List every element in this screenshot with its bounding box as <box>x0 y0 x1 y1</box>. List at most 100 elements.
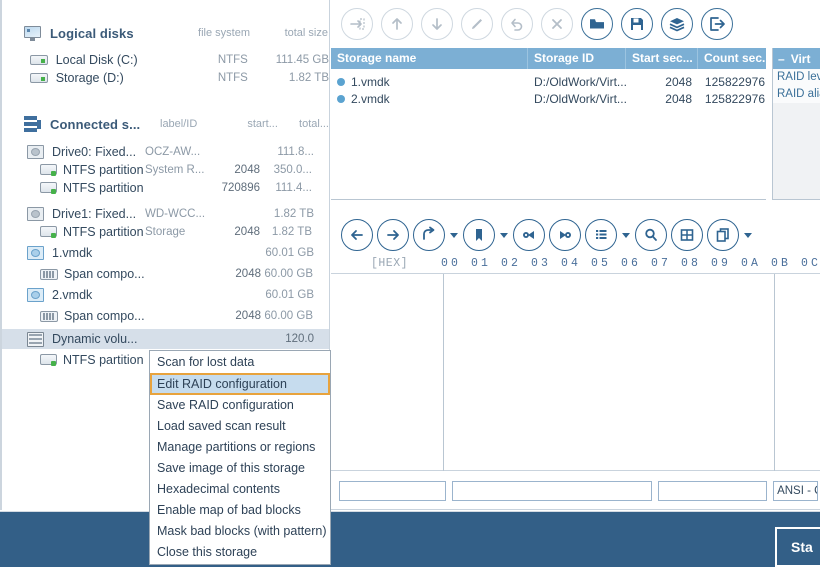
raid-members-table: Storage name Storage ID Start sec... Cou… <box>331 48 771 200</box>
tree-item-total: 1.82 TB <box>260 226 312 238</box>
value-field[interactable] <box>658 481 767 501</box>
raid-properties-header[interactable]: – Virt <box>773 48 820 69</box>
tree-item-storage-d[interactable]: Storage (D:) NTFS 1.82 TB <box>0 69 329 87</box>
save-icon[interactable] <box>621 8 653 40</box>
tree-item-drive0[interactable]: Drive0: Fixed... OCZ-AW... 111.8... <box>0 143 329 161</box>
edit-icon[interactable] <box>461 8 493 40</box>
menu-item-save-image-of-this-storage[interactable]: Save image of this storage <box>150 458 330 479</box>
menu-item-enable-map-of-bad-blocks[interactable]: Enable map of bad blocks <box>150 500 330 521</box>
tree-item-ntfs-partition-2[interactable]: NTFS partition 720896 111.4... <box>0 179 329 197</box>
menu-item-load-saved-scan-result[interactable]: Load saved scan result <box>150 416 330 437</box>
goto-offset-icon[interactable] <box>413 219 445 251</box>
cell-storage-name-text: 1.vmdk <box>351 75 390 89</box>
tree-item-span-component-1[interactable]: Span compo... 2048 60.00 GB <box>0 265 329 283</box>
table-row[interactable]: 2.vmdk D:/OldWork/Virt... 2048 125822976 <box>331 90 771 107</box>
cell-storage-name-text: 2.vmdk <box>351 92 390 106</box>
start-button[interactable]: Sta <box>775 527 820 567</box>
tree-item-label: 2.vmdk <box>52 288 145 302</box>
stack-icon <box>24 116 41 132</box>
raid-alias-label[interactable]: RAID alia <box>773 86 820 103</box>
tree-item-label: Span compo... <box>64 267 146 281</box>
menu-item-scan-for-lost-data[interactable]: Scan for lost data <box>150 352 330 373</box>
menu-item-edit-raid-configuration[interactable]: Edit RAID configuration <box>150 373 330 395</box>
menu-item-hexadecimal-contents[interactable]: Hexadecimal contents <box>150 479 330 500</box>
table-row[interactable]: 1.vmdk D:/OldWork/Virt... 2048 125822976 <box>331 73 771 90</box>
move-down-icon[interactable] <box>421 8 453 40</box>
menu-item-mask-bad-blocks[interactable]: Mask bad blocks (with pattern) <box>150 521 330 542</box>
encoding-select[interactable]: ANSI - C <box>773 481 818 501</box>
copy-icon[interactable] <box>707 219 739 251</box>
tree-item-label: Dynamic volu... <box>52 332 145 346</box>
tree-item-ntfs-partition-storage[interactable]: NTFS partition Storage 2048 1.82 TB <box>0 223 329 241</box>
column-header-storage-name[interactable]: Storage name <box>331 48 528 69</box>
drive-icon <box>30 72 48 84</box>
forward-icon[interactable] <box>377 219 409 251</box>
copy-dropdown-icon[interactable] <box>743 220 753 250</box>
cell-storage-id: D:/OldWork/Virt... <box>528 92 626 106</box>
jump-previous-icon[interactable] <box>513 219 545 251</box>
layers-icon[interactable] <box>661 8 693 40</box>
tree-item-label: Drive0: Fixed... <box>52 145 145 159</box>
logical-disks-section-header: Logical disks file system total size <box>0 20 329 46</box>
move-up-icon[interactable] <box>381 8 413 40</box>
tree-item-dynamic-volume[interactable]: Dynamic volu... 120.0 <box>0 329 329 349</box>
column-header-start-sector[interactable]: Start sec... <box>626 48 698 69</box>
vmdk-icon <box>27 246 44 260</box>
menu-item-close-this-storage[interactable]: Close this storage <box>150 542 330 563</box>
link-storages-icon[interactable] <box>341 8 373 40</box>
cell-storage-name: 1.vmdk <box>331 75 528 89</box>
raid-level-label[interactable]: RAID lev <box>773 69 820 86</box>
raid-properties-filler <box>773 103 820 200</box>
tree-item-size: 111.45 GB <box>248 54 329 66</box>
list-view-icon[interactable] <box>585 219 617 251</box>
remove-icon[interactable] <box>541 8 573 40</box>
wizard-footer <box>0 511 820 567</box>
physical-disk-icon <box>27 207 44 221</box>
back-icon[interactable] <box>341 219 373 251</box>
tree-item-total: 111.4... <box>260 182 312 194</box>
jump-next-icon[interactable] <box>549 219 581 251</box>
hex-content-area[interactable] <box>331 274 820 471</box>
tree-item-total: 350.0... <box>260 164 312 176</box>
cell-count-sectors: 125822976 <box>698 75 771 89</box>
column-header-storage-id[interactable]: Storage ID <box>528 48 626 69</box>
list-view-dropdown-icon[interactable] <box>621 220 631 250</box>
drive-icon <box>30 54 48 66</box>
offset-field[interactable] <box>339 481 446 501</box>
tree-item-1-vmdk[interactable]: 1.vmdk 60.01 GB <box>0 244 329 262</box>
tree-item-span-component-2[interactable]: Span compo... 2048 60.00 GB <box>0 307 329 325</box>
export-icon[interactable] <box>701 8 733 40</box>
physical-disk-icon <box>27 145 44 159</box>
menu-item-save-raid-configuration[interactable]: Save RAID configuration <box>150 395 330 416</box>
tree-item-2-vmdk[interactable]: 2.vmdk 60.01 GB <box>0 286 329 304</box>
tree-item-local-disk-c[interactable]: Local Disk (C:) NTFS 111.45 GB <box>0 51 329 69</box>
hex-viewer-toolbar <box>331 212 820 258</box>
application-window: Logical disks file system total size Loc… <box>0 0 820 567</box>
tree-item-drive1[interactable]: Drive1: Fixed... WD-WCC... 1.82 TB <box>0 205 329 223</box>
selection-field[interactable] <box>452 481 652 501</box>
tree-item-id: OCZ-AW... <box>145 146 207 158</box>
search-icon[interactable] <box>635 219 667 251</box>
status-dot-icon <box>337 95 345 103</box>
tree-item-filesystem: NTFS <box>171 54 248 66</box>
logical-disks-title: Logical disks <box>50 26 160 41</box>
tree-item-filesystem: NTFS <box>171 72 248 84</box>
column-header-count-sectors[interactable]: Count sec... <box>698 48 771 69</box>
tree-item-label: Span compo... <box>64 309 146 323</box>
goto-offset-dropdown-icon[interactable] <box>449 220 459 250</box>
grid-view-icon[interactable] <box>671 219 703 251</box>
undo-icon[interactable] <box>501 8 533 40</box>
open-folder-icon[interactable] <box>581 8 613 40</box>
tree-item-ntfs-partition-system-reserved[interactable]: NTFS partition System R... 2048 350.0... <box>0 161 329 179</box>
hex-column-offsets: 00 01 02 03 04 05 06 07 08 09 0A 0B 0C 0… <box>441 257 820 270</box>
tree-item-label: NTFS partition <box>63 353 145 367</box>
collapse-icon[interactable]: – <box>778 52 785 66</box>
hex-status-fields: ANSI - C <box>331 472 820 510</box>
tree-item-total: 120.0 <box>262 333 314 345</box>
bookmark-icon[interactable] <box>463 219 495 251</box>
menu-item-manage-partitions-or-regions[interactable]: Manage partitions or regions <box>150 437 330 458</box>
storage-context-menu: Scan for lost data Edit RAID configurati… <box>149 350 331 565</box>
bookmark-dropdown-icon[interactable] <box>499 220 509 250</box>
tree-item-label: Storage (D:) <box>56 71 171 85</box>
tree-item-start: 2048 <box>206 310 261 322</box>
